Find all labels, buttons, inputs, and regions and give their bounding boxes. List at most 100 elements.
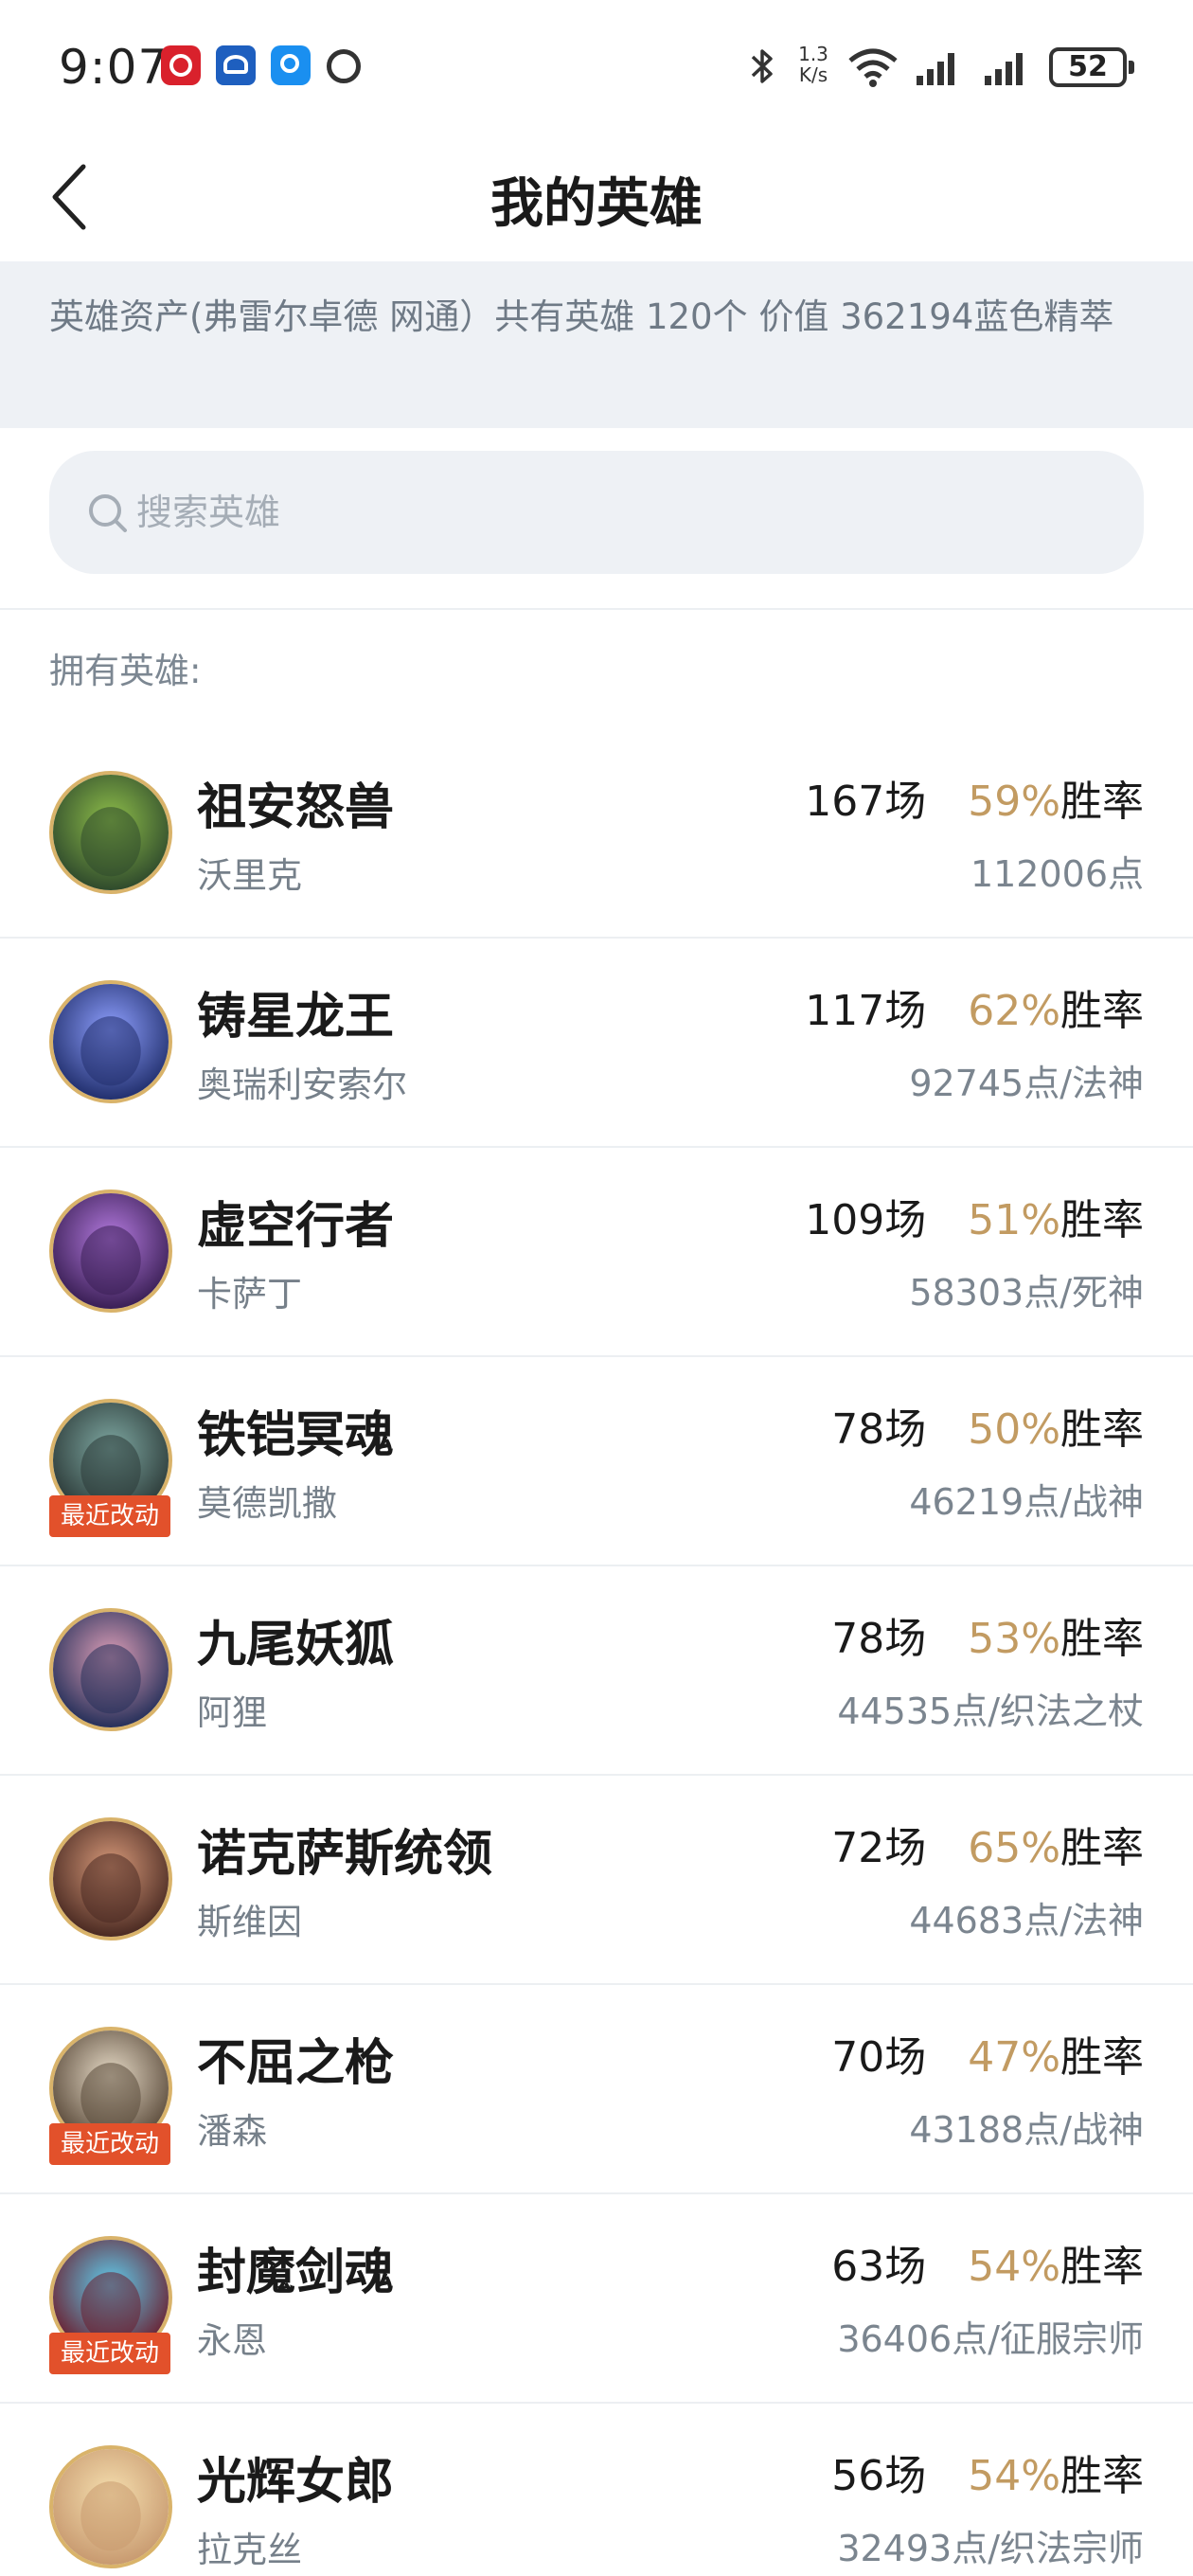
mastery-points: 36406点/征服宗师 xyxy=(837,2318,1144,2360)
hero-stats: 70场 47%胜率 xyxy=(831,2023,1144,2084)
asset-summary-banner: 英雄资产(弗雷尔卓德 网通）共有英雄 120个 价值 362194蓝色精萃 xyxy=(0,261,1193,428)
win-rate-value: 62% xyxy=(968,987,1060,1035)
win-rate-label: 胜率 xyxy=(1060,987,1144,1035)
hero-row[interactable]: 祖安怒兽沃里克 167场 59%胜率 112006点 xyxy=(0,729,1193,939)
hero-title: 光辉女郎 xyxy=(197,2454,395,2511)
hero-stats: 56场 54%胜率 xyxy=(831,2442,1144,2502)
recent-change-badge: 最近改动 xyxy=(49,1495,170,1537)
win-rate-label: 胜率 xyxy=(1060,2033,1144,2082)
search-section xyxy=(0,428,1193,610)
network-speed-value: 1.3 xyxy=(798,43,828,65)
hero-avatar xyxy=(49,2445,172,2568)
hero-name: 沃里克 xyxy=(197,855,302,896)
hero-name: 斯维因 xyxy=(197,1902,302,1942)
hero-stats: 78场 53%胜率 xyxy=(831,1604,1144,1665)
hero-stats: 78场 50%胜率 xyxy=(831,1395,1144,1456)
hero-stats: 167场 59%胜率 xyxy=(805,767,1144,828)
mastery-points: 58303点/死神 xyxy=(909,1272,1144,1314)
win-rate-value: 54% xyxy=(968,2243,1060,2291)
hero-name: 莫德凯撒 xyxy=(197,1483,337,1524)
games-played: 72场 xyxy=(831,1824,927,1872)
hero-row[interactable]: 光辉女郎拉克丝 56场 54%胜率 32493点/织法宗师 xyxy=(0,2404,1193,2576)
hero-stats: 72场 65%胜率 xyxy=(831,1814,1144,1874)
signal-icon xyxy=(985,53,1023,85)
hero-stats: 117场 62%胜率 xyxy=(805,976,1144,1037)
win-rate-label: 胜率 xyxy=(1060,1615,1144,1663)
search-app-icon xyxy=(271,45,311,85)
win-rate-value: 65% xyxy=(968,1824,1060,1872)
page-title: 我的英雄 xyxy=(490,173,703,235)
hero-row[interactable]: 最近改动 封魔剑魂永恩 63场 54%胜率 36406点/征服宗师 xyxy=(0,2194,1193,2404)
hero-stats: 63场 54%胜率 xyxy=(831,2232,1144,2293)
owned-heroes-label: 拥有英雄: xyxy=(49,651,202,691)
search-input[interactable] xyxy=(136,479,1083,546)
bluetooth-icon xyxy=(751,49,773,83)
recent-change-badge: 最近改动 xyxy=(49,2333,170,2374)
hero-name: 拉克丝 xyxy=(197,2530,302,2570)
network-speed: 1.3 K/s xyxy=(792,44,835,85)
hero-title: 诺克萨斯统领 xyxy=(197,1826,493,1883)
hero-avatar xyxy=(49,1608,172,1731)
search-icon xyxy=(89,494,127,532)
games-played: 117场 xyxy=(805,987,927,1035)
win-rate-label: 胜率 xyxy=(1060,2452,1144,2500)
hero-title: 封魔剑魂 xyxy=(197,2245,395,2301)
battery-icon: 52 xyxy=(1049,47,1134,87)
win-rate-label: 胜率 xyxy=(1060,2243,1144,2291)
search-box[interactable] xyxy=(49,451,1144,574)
games-played: 78场 xyxy=(831,1615,927,1663)
mastery-points: 92745点/法神 xyxy=(909,1063,1144,1104)
win-rate-label: 胜率 xyxy=(1060,778,1144,826)
hero-title: 虚空行者 xyxy=(197,1198,395,1255)
mastery-points: 32493点/织法宗师 xyxy=(837,2528,1144,2569)
hero-stats: 109场 51%胜率 xyxy=(805,1186,1144,1246)
hero-title: 铁铠冥魂 xyxy=(197,1407,395,1464)
win-rate-value: 53% xyxy=(968,1615,1060,1663)
hero-row[interactable]: 诺克萨斯统领 斯维因 72场 65%胜率 44683点/法神 xyxy=(0,1776,1193,1985)
mastery-points: 43188点/战神 xyxy=(909,2109,1144,2151)
hero-row[interactable]: 虚空行者卡萨丁 109场 51%胜率 58303点/死神 xyxy=(0,1148,1193,1357)
win-rate-label: 胜率 xyxy=(1060,1824,1144,1872)
hero-avatar xyxy=(49,1817,172,1941)
win-rate-value: 51% xyxy=(968,1196,1060,1244)
wallet-app-icon xyxy=(216,45,256,85)
status-time: 9:07 xyxy=(59,40,169,95)
hero-row[interactable]: 最近改动 不屈之枪潘森 70场 47%胜率 43188点/战神 xyxy=(0,1985,1193,2194)
hero-name: 奥瑞利安索尔 xyxy=(197,1064,407,1105)
hero-title: 不屈之枪 xyxy=(197,2035,395,2092)
games-played: 70场 xyxy=(831,2033,927,2082)
wifi-icon xyxy=(848,48,898,87)
status-bar: 9:07 1.3 K/s 52 xyxy=(0,0,1193,133)
hero-row[interactable]: 最近改动 铁铠冥魂莫德凯撒 78场 50%胜率 46219点/战神 xyxy=(0,1357,1193,1566)
games-played: 78场 xyxy=(831,1405,927,1454)
win-rate-label: 胜率 xyxy=(1060,1196,1144,1244)
games-played: 56场 xyxy=(831,2452,927,2500)
games-played: 109场 xyxy=(805,1196,927,1244)
header: 我的英雄 xyxy=(0,133,1193,261)
mastery-points: 112006点 xyxy=(970,853,1144,895)
hero-name: 阿狸 xyxy=(197,1692,267,1733)
games-played: 63场 xyxy=(831,2243,927,2291)
hero-avatar xyxy=(49,1190,172,1313)
hero-title: 祖安怒兽 xyxy=(197,779,395,836)
hero-title: 九尾妖狐 xyxy=(197,1617,395,1673)
mastery-points: 46219点/战神 xyxy=(909,1481,1144,1523)
hero-name: 潘森 xyxy=(197,2111,267,2152)
hero-row[interactable]: 九尾妖狐阿狸 78场 53%胜率 44535点/织法之杖 xyxy=(0,1566,1193,1776)
hero-avatar xyxy=(49,771,172,894)
alarm-icon xyxy=(324,45,364,85)
hero-row[interactable]: 铸星龙王奥瑞利安索尔 117场 62%胜率 92745点/法神 xyxy=(0,939,1193,1148)
hero-title: 铸星龙王 xyxy=(197,989,395,1046)
win-rate-label: 胜率 xyxy=(1060,1405,1144,1454)
win-rate-value: 47% xyxy=(968,2033,1060,2082)
network-speed-unit: K/s xyxy=(798,63,828,86)
win-rate-value: 54% xyxy=(968,2452,1060,2500)
hero-name: 卡萨丁 xyxy=(197,1274,302,1315)
signal-icon xyxy=(917,53,954,85)
hero-list: 祖安怒兽沃里克 167场 59%胜率 112006点铸星龙王奥瑞利安索尔 117场 62%… xyxy=(0,729,1193,2576)
mastery-points: 44535点/织法之杖 xyxy=(837,1690,1144,1732)
hero-name: 永恩 xyxy=(197,2320,267,2361)
recent-change-badge: 最近改动 xyxy=(49,2123,170,2165)
win-rate-value: 59% xyxy=(968,778,1060,826)
hero-avatar xyxy=(49,980,172,1103)
